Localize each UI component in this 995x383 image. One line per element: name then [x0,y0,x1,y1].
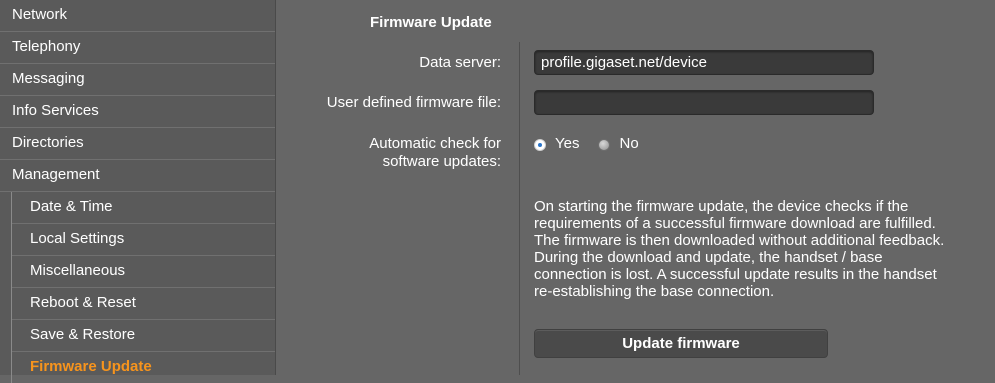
sidebar-subitem-firmware-update[interactable]: Firmware Update [12,352,275,383]
management-submenu: Date & Time Local Settings Miscellaneous… [0,192,275,383]
info-line: requirements of a successful firmware do… [534,215,936,232]
radio-unchecked-icon[interactable] [598,139,611,151]
auto-check-label-line2: software updates: [382,153,501,170]
radio-checked-icon[interactable] [534,139,546,151]
auto-check-no-label: No [619,135,639,152]
update-firmware-button[interactable]: Update firmware [534,329,828,358]
firmware-update-info-text: On starting the firmware update, the dev… [534,198,995,300]
info-line: re-establishing the base connection. [534,283,775,300]
sidebar-item-network[interactable]: Network [0,0,275,32]
data-server-input[interactable] [534,50,874,75]
info-line: During the download and update, the hand… [534,249,883,266]
page-title: Firmware Update [370,14,492,31]
sidebar-subitem-save-restore[interactable]: Save & Restore [12,320,275,352]
sidebar-item-telephony[interactable]: Telephony [0,32,275,64]
info-line: The firmware is then downloaded without … [534,232,945,249]
auto-check-no-option[interactable]: No [598,135,639,152]
info-line: connection is lost. A successful update … [534,266,937,283]
sidebar-subitem-local-settings[interactable]: Local Settings [12,224,275,256]
sidebar-subitem-date-time[interactable]: Date & Time [12,192,275,224]
sidebar-subitem-miscellaneous[interactable]: Miscellaneous [12,256,275,288]
user-firmware-file-input[interactable] [534,90,874,115]
column-divider [519,42,520,375]
main-content: Firmware Update Data server: User define… [277,0,995,375]
auto-check-label: Automatic check for software updates: [369,135,501,171]
auto-check-yes-option[interactable]: Yes [534,135,579,152]
auto-check-yes-label: Yes [555,135,580,152]
info-line: On starting the firmware update, the dev… [534,198,909,215]
submenu-tree-line [11,192,12,383]
sidebar-item-info-services[interactable]: Info Services [0,96,275,128]
user-firmware-file-label: User defined firmware file: [326,94,501,111]
sidebar-nav: Network Telephony Messaging Info Service… [0,0,276,383]
data-server-label: Data server: [419,54,501,71]
sidebar-item-management[interactable]: Management [0,160,275,192]
sidebar-subitem-reboot-reset[interactable]: Reboot & Reset [12,288,275,320]
sidebar-item-messaging[interactable]: Messaging [0,64,275,96]
auto-check-radio-group: Yes No [534,135,639,152]
auto-check-label-line1: Automatic check for [369,135,501,152]
sidebar-item-directories[interactable]: Directories [0,128,275,160]
